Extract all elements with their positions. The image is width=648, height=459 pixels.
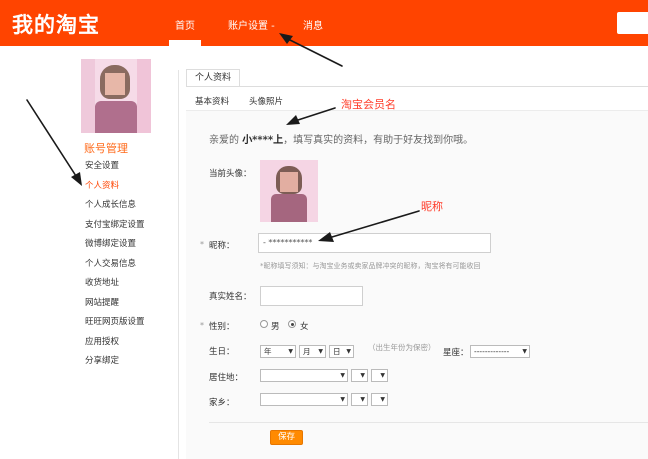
required-dot: *	[200, 240, 204, 249]
required-dot: *	[200, 321, 204, 330]
dropdown-arrow-icon: ▼	[340, 372, 345, 379]
top-bar: 我的淘宝 首页 账户设置 - 消息	[0, 0, 648, 46]
hometown-province-select[interactable]: ▼	[260, 393, 348, 406]
form-divider	[209, 422, 648, 423]
dropdown-arrow-icon: ▼	[522, 348, 527, 355]
nickname-hint: *昵称填写须知：与淘宝业务或卖家品牌冲突的昵称，淘宝将有可能收回	[260, 262, 481, 270]
sidebar-item-share[interactable]: 分享绑定	[85, 352, 145, 372]
avatar-pixel-block	[81, 59, 95, 133]
annotation-member-name: 淘宝会员名	[341, 98, 396, 111]
nickname-label: 昵称：	[209, 241, 235, 251]
dropdown-arrow-icon: ▼	[318, 348, 323, 355]
zodiac-select[interactable]: ------------- ▼	[470, 345, 530, 358]
residence-district-select[interactable]: ▼	[371, 369, 388, 382]
birth-month-value: 月	[303, 347, 311, 356]
subtab-basic-info[interactable]: 基本资料	[195, 95, 229, 107]
member-username: 小****上	[242, 135, 284, 146]
nav-home[interactable]: 首页	[169, 17, 201, 46]
nickname-input[interactable]: - ***********	[258, 233, 491, 253]
residence-city-select[interactable]: ▼	[351, 369, 368, 382]
sidebar-item-growth[interactable]: 个人成长信息	[85, 196, 145, 216]
top-search-box[interactable]	[617, 12, 648, 34]
hometown-district-select[interactable]: ▼	[371, 393, 388, 406]
subtab-avatar-photo[interactable]: 头像照片	[249, 95, 283, 107]
sidebar-item-address[interactable]: 收货地址	[85, 274, 145, 294]
sidebar-item-security[interactable]: 安全设置	[85, 157, 145, 177]
realname-label: 真实姓名：	[209, 292, 252, 302]
form-panel	[186, 111, 648, 459]
greeting-suffix: ，填写真实的资料，有助于好友找到你哦。	[283, 135, 474, 146]
arrow-to-profile-item	[26, 99, 82, 186]
residence-province-select[interactable]: ▼	[260, 369, 348, 382]
sidebar-item-reminders[interactable]: 网站提醒	[85, 294, 145, 314]
sidebar-item-alipay[interactable]: 支付宝绑定设置	[85, 216, 145, 236]
sidebar-item-app-auth[interactable]: 应用授权	[85, 333, 145, 353]
avatar-body	[271, 194, 307, 222]
subtab-divider	[186, 110, 648, 111]
birth-year-value: 年	[264, 347, 272, 356]
birthday-label: 生日：	[209, 347, 235, 357]
hometown-city-select[interactable]: ▼	[351, 393, 368, 406]
save-button[interactable]: 保存	[270, 430, 303, 445]
current-avatar[interactable]	[260, 160, 318, 222]
dropdown-arrow-icon: ▼	[340, 396, 345, 403]
gender-female-label: 女	[300, 322, 309, 332]
dropdown-arrow-icon: ▼	[346, 348, 351, 355]
avatar-face	[105, 73, 125, 95]
birth-year-select[interactable]: 年 ▼	[260, 345, 296, 358]
gender-female-radio[interactable]	[288, 320, 296, 328]
logo[interactable]: 我的淘宝	[12, 9, 100, 39]
gender-male-label: 男	[271, 322, 280, 332]
sidebar-item-weibo[interactable]: 微博绑定设置	[85, 235, 145, 255]
avatar-pixel-block	[137, 59, 151, 133]
sidebar-item-trade-info[interactable]: 个人交易信息	[85, 255, 145, 275]
greeting: 亲爱的 小****上，填写真实的资料，有助于好友找到你哦。	[209, 131, 473, 146]
gender-male-radio[interactable]	[260, 320, 268, 328]
gender-label: 性别：	[209, 322, 235, 332]
zodiac-label: 星座：	[443, 348, 469, 358]
dropdown-arrow-icon: ▼	[380, 396, 385, 403]
dropdown-arrow-icon: ▼	[360, 396, 365, 403]
annotation-nickname: 昵称	[421, 200, 443, 213]
tab-profile[interactable]: 个人资料	[186, 69, 240, 86]
sidebar-divider	[178, 70, 179, 459]
dropdown-arrow-icon: ▼	[288, 348, 293, 355]
nav-messages[interactable]: 消息	[303, 17, 323, 32]
avatar-body	[95, 101, 137, 133]
avatar-label: 当前头像：	[209, 169, 252, 179]
tab-divider	[186, 86, 648, 87]
sidebar-title: 账号管理	[84, 142, 128, 155]
residence-label: 居住地：	[209, 373, 244, 383]
birth-month-select[interactable]: 月 ▼	[299, 345, 326, 358]
greeting-prefix: 亲爱的	[209, 135, 239, 146]
hometown-label: 家乡：	[209, 398, 235, 408]
avatar-face	[280, 172, 298, 192]
zodiac-value: -------------	[474, 347, 510, 356]
sidebar-item-profile[interactable]: 个人资料	[85, 177, 145, 197]
birth-day-value: 日	[333, 347, 341, 356]
nav-account-settings[interactable]: 账户设置 -	[228, 17, 275, 32]
dropdown-arrow-icon: ▼	[380, 372, 385, 379]
realname-input[interactable]	[260, 286, 363, 306]
sidebar-avatar[interactable]	[81, 59, 151, 133]
birth-year-note: （出生年份为保密）	[368, 343, 436, 352]
sidebar-item-wangwang[interactable]: 旺旺网页版设置	[85, 313, 145, 333]
sidebar-menu: 安全设置 个人资料 个人成长信息 支付宝绑定设置 微博绑定设置 个人交易信息 收…	[85, 157, 145, 372]
dropdown-arrow-icon: ▼	[360, 372, 365, 379]
birth-day-select[interactable]: 日 ▼	[329, 345, 354, 358]
